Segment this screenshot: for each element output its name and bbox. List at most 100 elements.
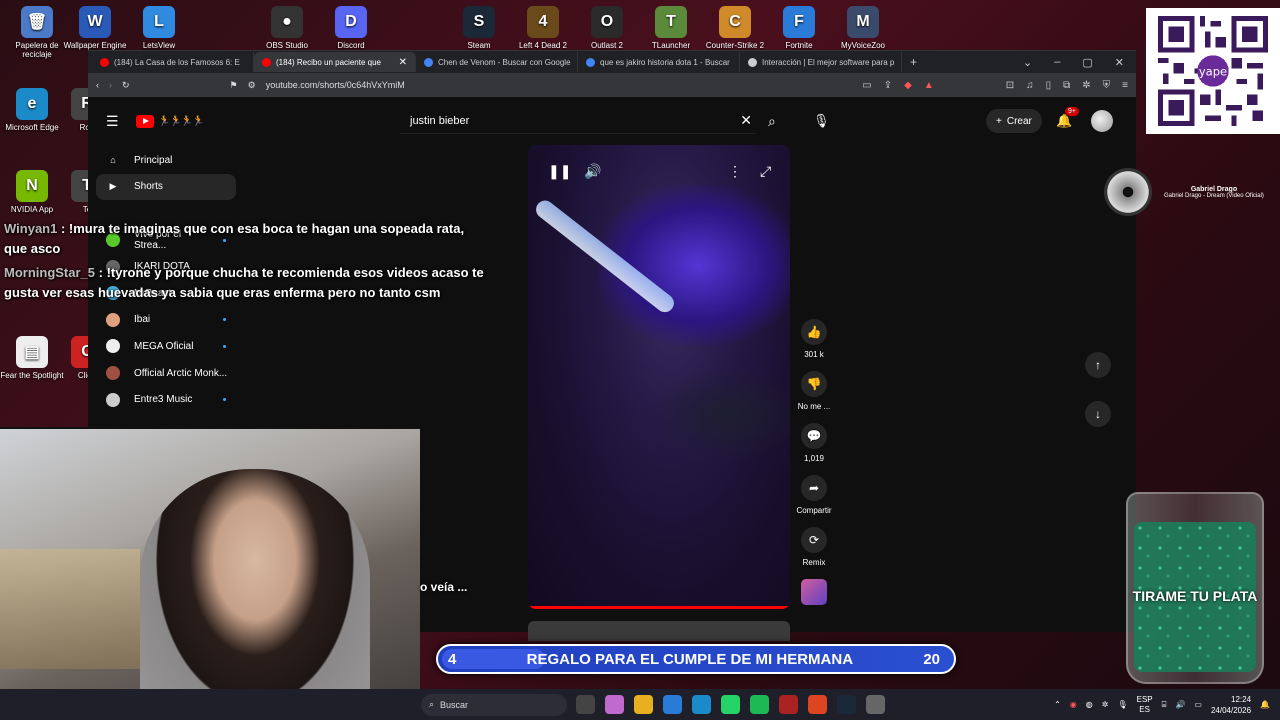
previous-short-button[interactable]: ↑ [1085, 352, 1111, 378]
wallet-icon[interactable]: ⊡ [1006, 80, 1014, 91]
desktop-icon[interactable]: M MyVoiceZoo [826, 6, 900, 50]
new-tab-button[interactable]: + [902, 55, 925, 69]
network-icon[interactable]: ⌸ [1162, 700, 1167, 710]
like-action[interactable]: 👍 301 k [794, 319, 834, 371]
share-action[interactable]: ➦ Compartir [794, 475, 834, 527]
taskbar-app-icon[interactable] [750, 695, 769, 714]
microphone-icon[interactable]: 🎙 [1117, 700, 1127, 709]
dislike-action[interactable]: 👎 No me ... [794, 371, 834, 423]
tray-app-icon[interactable]: ◍ [1086, 700, 1093, 709]
music-icon[interactable]: ♫ [1026, 80, 1034, 91]
menu-icon[interactable]: ≡ [1122, 80, 1128, 91]
tray-chevron-icon[interactable]: ⌃ [1054, 700, 1061, 709]
share-icon[interactable]: ⇪ [884, 80, 892, 91]
sidebar-icon[interactable]: ▯ [1046, 80, 1052, 91]
back-icon[interactable]: ‹ [96, 80, 99, 90]
dislike-icon[interactable]: 👎 [801, 371, 827, 397]
taskbar-app-icon[interactable] [837, 695, 856, 714]
browser-tab[interactable]: (184) Recibo un paciente que ✕ [254, 52, 416, 72]
comments-action[interactable]: 💬 1,019 [794, 423, 834, 475]
url-field[interactable]: youtube.com/shorts/0c64hVxYmiM [266, 80, 853, 90]
share-icon[interactable]: ➦ [801, 475, 827, 501]
taskbar-app-icon[interactable] [692, 695, 711, 714]
taskbar-app-icon[interactable] [605, 695, 624, 714]
sound-thumbnail[interactable] [801, 579, 827, 605]
account-avatar[interactable] [1091, 110, 1113, 132]
taskbar-app-icon[interactable] [576, 695, 595, 714]
sidebar-item[interactable]: ▶ Shorts [96, 173, 236, 201]
desktop-icon[interactable]: F Fortnite [762, 6, 836, 50]
maximize-button[interactable]: ▢ [1082, 56, 1092, 69]
battery-icon[interactable]: ▭ [1194, 700, 1202, 709]
hamburger-menu-icon[interactable]: ☰ [106, 113, 119, 130]
fullscreen-icon[interactable]: ⤢ [760, 163, 771, 180]
shorts-video-player[interactable]: ❚❚ 🔊 ⋮ ⤢ [528, 145, 790, 609]
desktop-icon[interactable]: O Outlast 2 [570, 6, 644, 50]
goal-target: 20 [923, 650, 940, 668]
comments-icon[interactable]: 💬 [801, 423, 827, 449]
volume-icon[interactable]: 🔊 [584, 163, 601, 180]
vpn-icon[interactable]: ⛨ [1103, 80, 1111, 91]
close-window-button[interactable]: ✕ [1115, 56, 1124, 69]
forward-icon[interactable]: › [109, 80, 112, 90]
sidebar-item[interactable]: Entre3 Music [96, 386, 236, 413]
sidebar-item[interactable]: Ibai [96, 307, 236, 334]
video-progress-bar[interactable] [528, 606, 790, 609]
microphone-icon[interactable]: 🎙 [813, 113, 830, 129]
notifications-icon[interactable]: 🔔 [1260, 700, 1270, 709]
desktop-icon[interactable]: T TLauncher [634, 6, 708, 50]
sidebar-item[interactable]: MEGA Oficial [96, 333, 236, 360]
taskbar-app-icon[interactable] [808, 695, 827, 714]
sidebar-item[interactable]: ⌂ Principal [96, 147, 236, 174]
desktop-icon[interactable]: W Wallpaper Engine [58, 6, 132, 50]
reload-icon[interactable]: ↻ [122, 80, 130, 91]
next-short-preview[interactable] [528, 621, 790, 641]
bookmark-icon[interactable]: ⚑ [230, 80, 238, 91]
dropdown-icon[interactable]: ⌄ [1023, 56, 1032, 69]
desktop-app-icon: ▤ [16, 336, 48, 368]
screenshot-icon[interactable]: ▭ [862, 80, 871, 91]
desktop-icon[interactable]: ● OBS Studio [250, 6, 324, 50]
search-input[interactable]: justin bieber ✕ [400, 108, 756, 134]
minimize-button[interactable]: – [1054, 56, 1060, 69]
browser-tab[interactable]: Interacción | El mejor software para p [740, 52, 902, 72]
close-tab-icon[interactable]: ✕ [399, 57, 407, 68]
taskbar-app-icon[interactable] [779, 695, 798, 714]
language-indicator[interactable]: ESP ES [1137, 695, 1153, 715]
sidebar-item[interactable]: Official Arctic Monk... [96, 360, 236, 387]
taskbar-search[interactable]: ⌕ Buscar [421, 693, 567, 716]
chat-username: MorningStar_5 [4, 265, 96, 280]
notifications-bell-icon[interactable]: 🔔 9+ [1056, 107, 1079, 129]
browser-tab[interactable]: Chen de Venom - Buscar con Google [416, 52, 578, 72]
tray-app-icon[interactable]: ✲ [1102, 700, 1109, 709]
like-icon[interactable]: 👍 [801, 319, 827, 345]
more-options-icon[interactable]: ⋮ [728, 163, 742, 180]
pause-icon[interactable]: ❚❚ [548, 163, 571, 180]
clock[interactable]: 12:24 24/04/2026 [1211, 694, 1251, 716]
volume-icon[interactable]: 🔊 [1175, 700, 1185, 709]
clear-search-icon[interactable]: ✕ [740, 112, 752, 129]
desktop-icon[interactable]: 4 Left 4 Dead 2 [506, 6, 580, 50]
shields-icon[interactable]: ◆ [904, 80, 912, 91]
desktop-icon[interactable]: S Steam [442, 6, 516, 50]
remix-action[interactable]: ⟳ Remix [794, 527, 834, 579]
taskbar-app-icon[interactable] [663, 695, 682, 714]
youtube-logo[interactable]: 🏃🏃🏃🏃 [136, 114, 205, 128]
create-button[interactable]: + Crear [986, 109, 1042, 133]
leo-icon[interactable]: ✲ [1082, 80, 1090, 91]
taskbar-app-icon[interactable] [634, 695, 653, 714]
taskbar-app-icon[interactable] [721, 695, 740, 714]
site-settings-icon[interactable]: ⚙ [248, 80, 256, 91]
browser-tab[interactable]: (184) La Casa de los Famosos 6: E [92, 52, 254, 72]
tray-app-icon[interactable]: ◉ [1070, 700, 1077, 709]
remix-icon[interactable]: ⟳ [801, 527, 827, 553]
extensions-icon[interactable]: ⧉ [1063, 80, 1070, 91]
desktop-icon[interactable]: D Discord [314, 6, 388, 50]
search-icon[interactable]: ⌕ [768, 113, 776, 130]
taskbar-app-icon[interactable] [866, 695, 885, 714]
browser-tab[interactable]: que es jakiro historia dota 1 - Buscar [578, 52, 740, 72]
rewards-icon[interactable]: ▲ [924, 80, 934, 91]
desktop-icon[interactable]: C Counter-Strike 2 [698, 6, 772, 50]
next-short-button[interactable]: ↓ [1085, 401, 1111, 427]
desktop-icon[interactable]: L LetsView [122, 6, 196, 50]
